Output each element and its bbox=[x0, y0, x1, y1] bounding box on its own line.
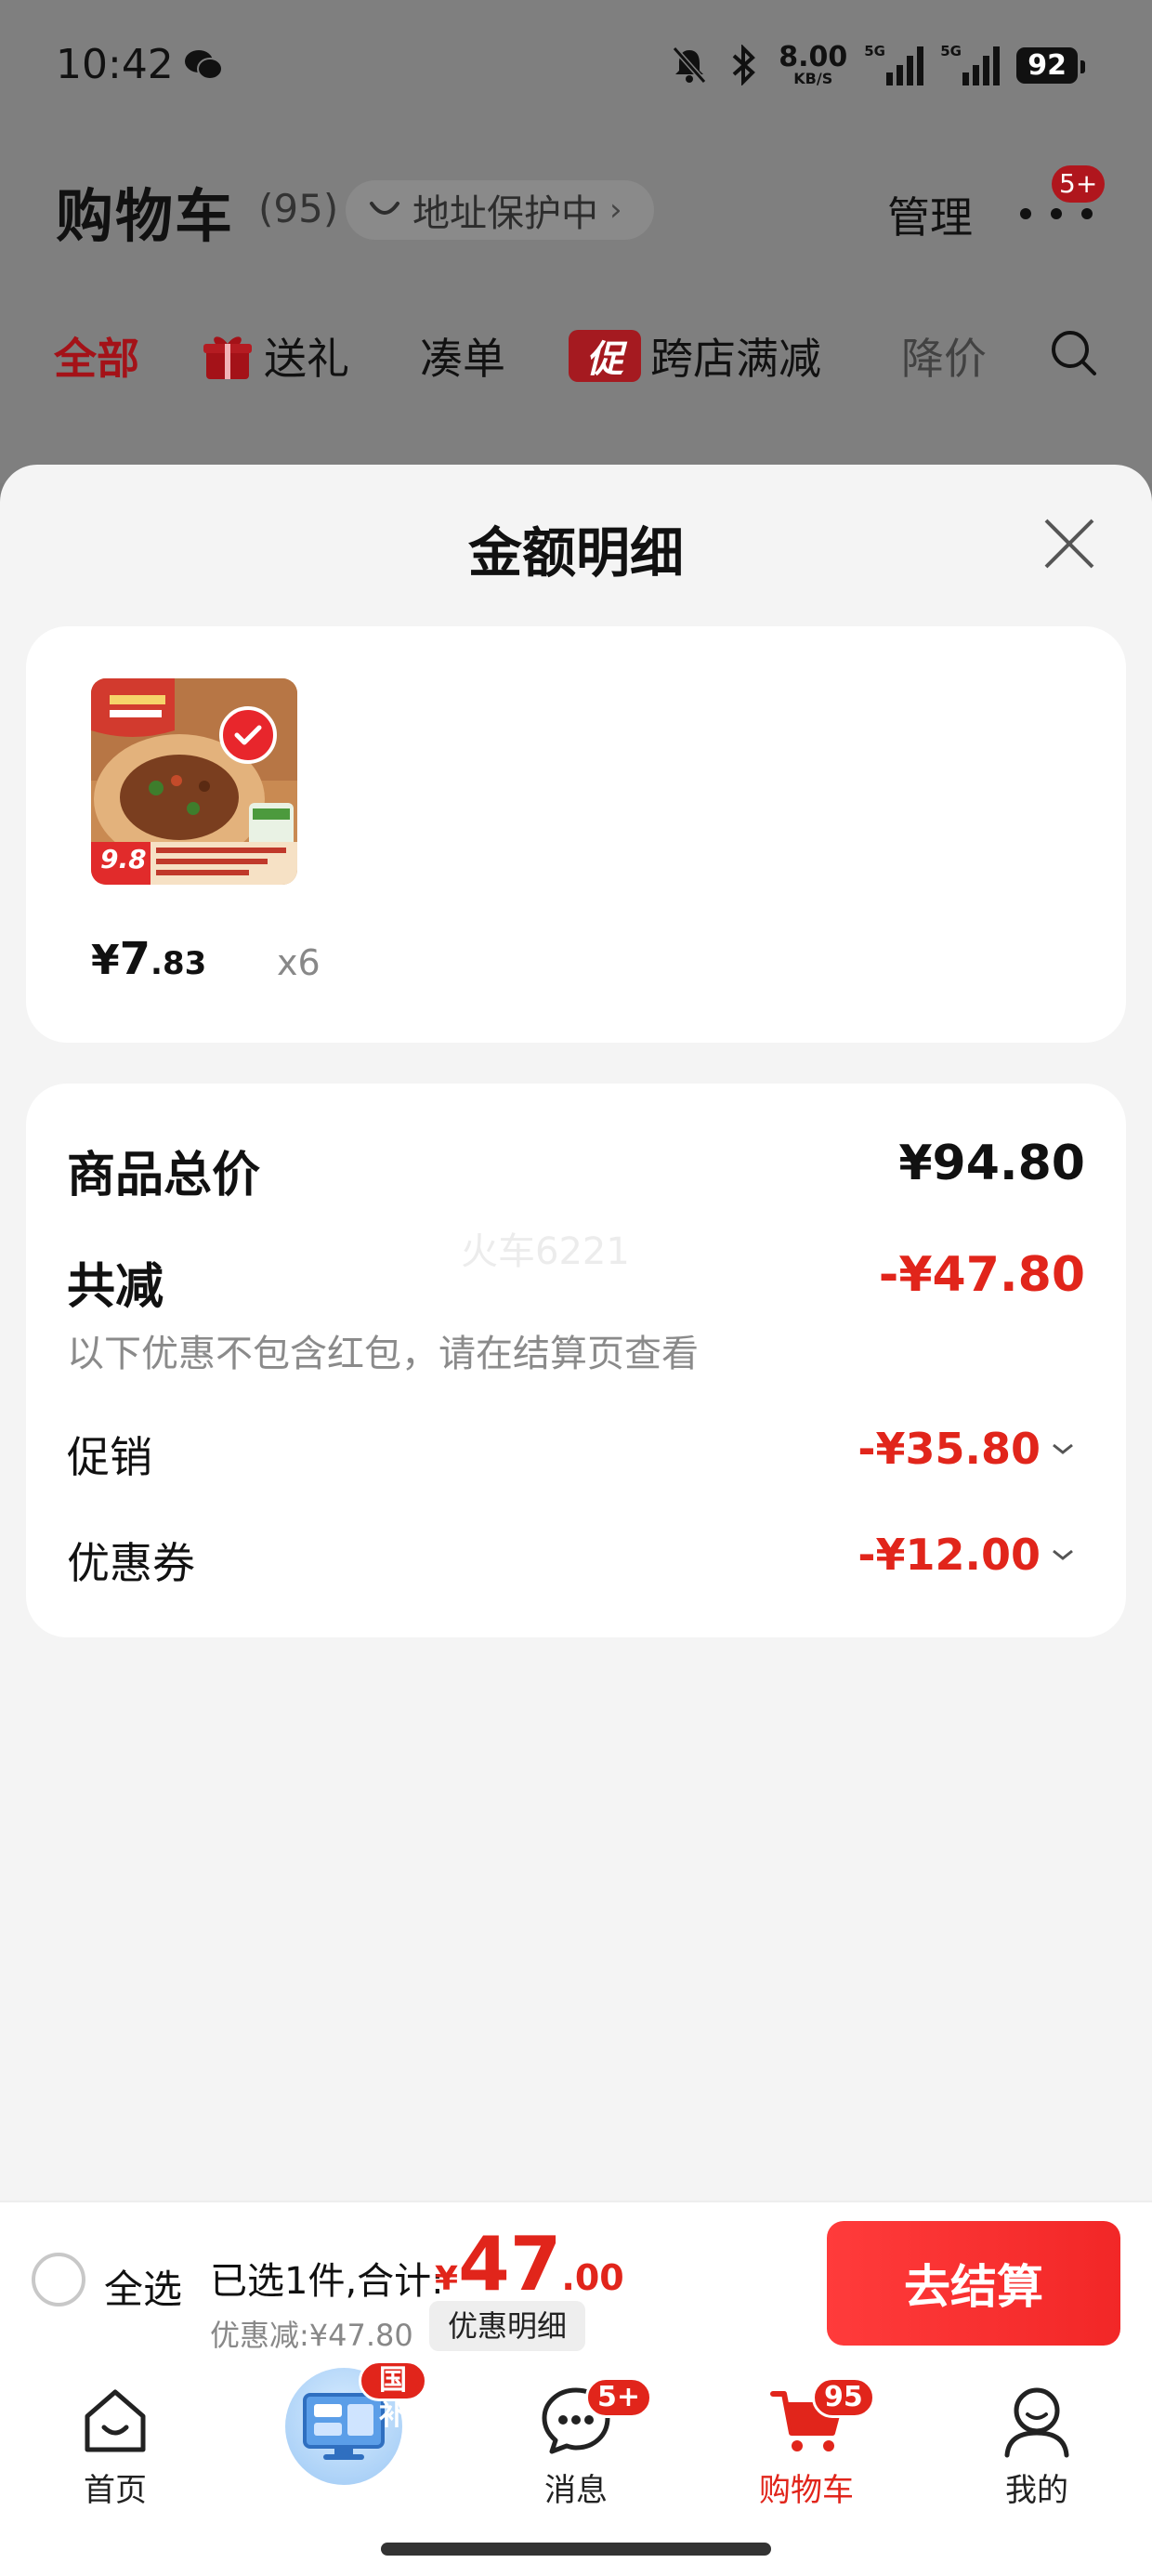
address-protection-label: 地址保护中 bbox=[412, 192, 598, 235]
sim1-label: 5G bbox=[864, 43, 885, 59]
total-reduce-label: 共减 bbox=[67, 1259, 164, 1315]
checkout-button[interactable]: 去结算 bbox=[827, 2221, 1120, 2346]
nav-messages-label: 消息 bbox=[544, 2472, 608, 2509]
tab-gift[interactable]: 送礼 bbox=[201, 325, 349, 387]
tab-gift-label: 送礼 bbox=[264, 334, 349, 384]
cart-count: (95) bbox=[258, 186, 339, 231]
unit-price-integer: 7 bbox=[119, 933, 151, 985]
nav-cart[interactable]: 购物车 95 bbox=[723, 2377, 890, 2510]
filter-tabs: 全部 送礼 凑单 促 跨店满减 降价 bbox=[0, 316, 1152, 394]
coupon-label: 优惠券 bbox=[67, 1538, 195, 1588]
total-price-decimal: .00 bbox=[561, 2257, 624, 2298]
home-icon bbox=[85, 2389, 146, 2452]
selected-summary-text: 已选1件,合计: bbox=[210, 2260, 444, 2303]
promotion-row-toggle[interactable]: -¥35.80 bbox=[857, 1424, 1076, 1474]
subsidy-badge: 国补 bbox=[359, 2360, 427, 2432]
status-time: 10:42 bbox=[56, 41, 174, 88]
cart-badge: 95 bbox=[812, 2377, 875, 2418]
total-price-symbol: ¥ bbox=[435, 2260, 459, 2298]
nav-profile[interactable]: 我的 bbox=[953, 2381, 1120, 2510]
tab-all[interactable]: 全部 bbox=[54, 325, 139, 387]
net-speed-value: 8.00 bbox=[779, 41, 848, 73]
amount-detail-sheet: 金额明细 9.8 ¥7.83 x6 火车6221 商品总价 ¥94.80 共减 … bbox=[0, 465, 1152, 2202]
discount-detail-button[interactable]: 优惠明细 bbox=[429, 2301, 586, 2351]
messages-badge: 5+ bbox=[585, 2377, 653, 2418]
gift-icon bbox=[203, 336, 252, 379]
signal-1-icon: 5G bbox=[864, 43, 924, 85]
total-price: ¥47.00 bbox=[435, 2221, 624, 2307]
tab-cross-store-label: 跨店满减 bbox=[650, 334, 821, 384]
unit-price-decimal: .83 bbox=[151, 945, 207, 982]
tab-price-drop[interactable]: 降价 bbox=[901, 325, 987, 387]
product-image[interactable]: 9.8 bbox=[91, 678, 297, 885]
nav-subsidy[interactable]: 国补 bbox=[260, 2360, 427, 2485]
signal-2-icon: 5G bbox=[940, 43, 1001, 85]
promotion-label: 促销 bbox=[67, 1432, 152, 1482]
nav-messages[interactable]: 消息 5+ bbox=[492, 2377, 660, 2510]
net-speed-unit: KB/S bbox=[793, 70, 833, 87]
chevron-right-icon: › bbox=[609, 191, 622, 229]
price-summary-card: 火车6221 商品总价 ¥94.80 共减 -¥47.80 以下优惠不包含红包，… bbox=[26, 1084, 1126, 1637]
bluetooth-icon bbox=[732, 45, 756, 85]
tab-price-drop-label: 降价 bbox=[901, 334, 987, 384]
battery-indicator: 92 bbox=[1016, 46, 1085, 84]
select-all-radio[interactable] bbox=[32, 2253, 85, 2307]
discount-note: 以下优惠不包含红包，请在结算页查看 bbox=[67, 1333, 699, 1375]
watermark: 火车6221 bbox=[461, 1230, 630, 1273]
search-icon[interactable] bbox=[1046, 325, 1102, 381]
manage-button[interactable]: 管理 bbox=[887, 184, 973, 245]
select-all-label[interactable]: 全选 bbox=[104, 2258, 182, 2315]
page-title: 购物车 bbox=[56, 182, 235, 250]
tab-cross-store[interactable]: 促 跨店满减 bbox=[569, 325, 821, 387]
checkout-bar: 全选 已选1件,合计: ¥47.00 优惠减:¥47.80 优惠明细 去结算 bbox=[0, 2201, 1152, 2362]
unit-price-symbol: ¥ bbox=[91, 937, 120, 984]
goods-total-label: 商品总价 bbox=[67, 1148, 261, 1203]
home-indicator[interactable] bbox=[381, 2543, 771, 2556]
sheet-title: 金额明细 bbox=[467, 521, 684, 585]
wechat-icon bbox=[185, 50, 223, 80]
discount-amount: 优惠减:¥47.80 bbox=[210, 2318, 413, 2353]
total-price-integer: 47 bbox=[458, 2221, 562, 2307]
smile-icon bbox=[370, 202, 399, 215]
coupon-value: -¥12.00 bbox=[857, 1530, 1041, 1580]
goods-total-value: ¥94.80 bbox=[898, 1136, 1085, 1191]
close-icon[interactable] bbox=[1039, 513, 1100, 574]
network-speed: 8.00 KB/S bbox=[779, 44, 847, 86]
address-protection-pill[interactable]: 地址保护中 › bbox=[346, 180, 654, 240]
promo-badge-icon: 促 bbox=[569, 330, 641, 382]
tab-bundle-label: 凑单 bbox=[420, 334, 505, 384]
promotion-value: -¥35.80 bbox=[857, 1424, 1041, 1474]
status-bar: 10:42 8.00 KB/S 5G 5G 92 bbox=[0, 0, 1152, 139]
nav-home-label: 首页 bbox=[84, 2472, 147, 2509]
more-badge: 5+ bbox=[1052, 165, 1106, 203]
nav-home[interactable]: 首页 bbox=[32, 2381, 199, 2510]
background-page: 10:42 8.00 KB/S 5G 5G 92 购物车 (95) 地址保护中 … bbox=[0, 0, 1152, 483]
mute-bell-icon bbox=[672, 46, 707, 84]
coupon-row-toggle[interactable]: -¥12.00 bbox=[857, 1530, 1076, 1580]
chevron-down-icon bbox=[1053, 1549, 1073, 1560]
tab-bundle[interactable]: 凑单 bbox=[420, 325, 505, 387]
nav-cart-label: 购物车 bbox=[759, 2472, 854, 2509]
unit-price: ¥7.83 bbox=[91, 933, 206, 985]
item-card: 9.8 ¥7.83 x6 bbox=[26, 626, 1126, 1043]
status-indicators: 8.00 KB/S 5G 5G 92 bbox=[671, 37, 1085, 93]
chevron-down-icon bbox=[1053, 1443, 1073, 1454]
check-icon[interactable] bbox=[219, 706, 277, 764]
nav-profile-label: 我的 bbox=[1005, 2472, 1068, 2509]
user-icon bbox=[1004, 2387, 1069, 2458]
sim2-label: 5G bbox=[940, 43, 962, 59]
image-price-tag: 9.8 bbox=[100, 844, 147, 874]
tab-all-label: 全部 bbox=[54, 334, 139, 384]
item-quantity: x6 bbox=[277, 942, 321, 983]
total-reduce-value: -¥47.80 bbox=[878, 1247, 1085, 1303]
cart-header: 购物车 (95) 地址保护中 › 管理 bbox=[0, 158, 1152, 269]
